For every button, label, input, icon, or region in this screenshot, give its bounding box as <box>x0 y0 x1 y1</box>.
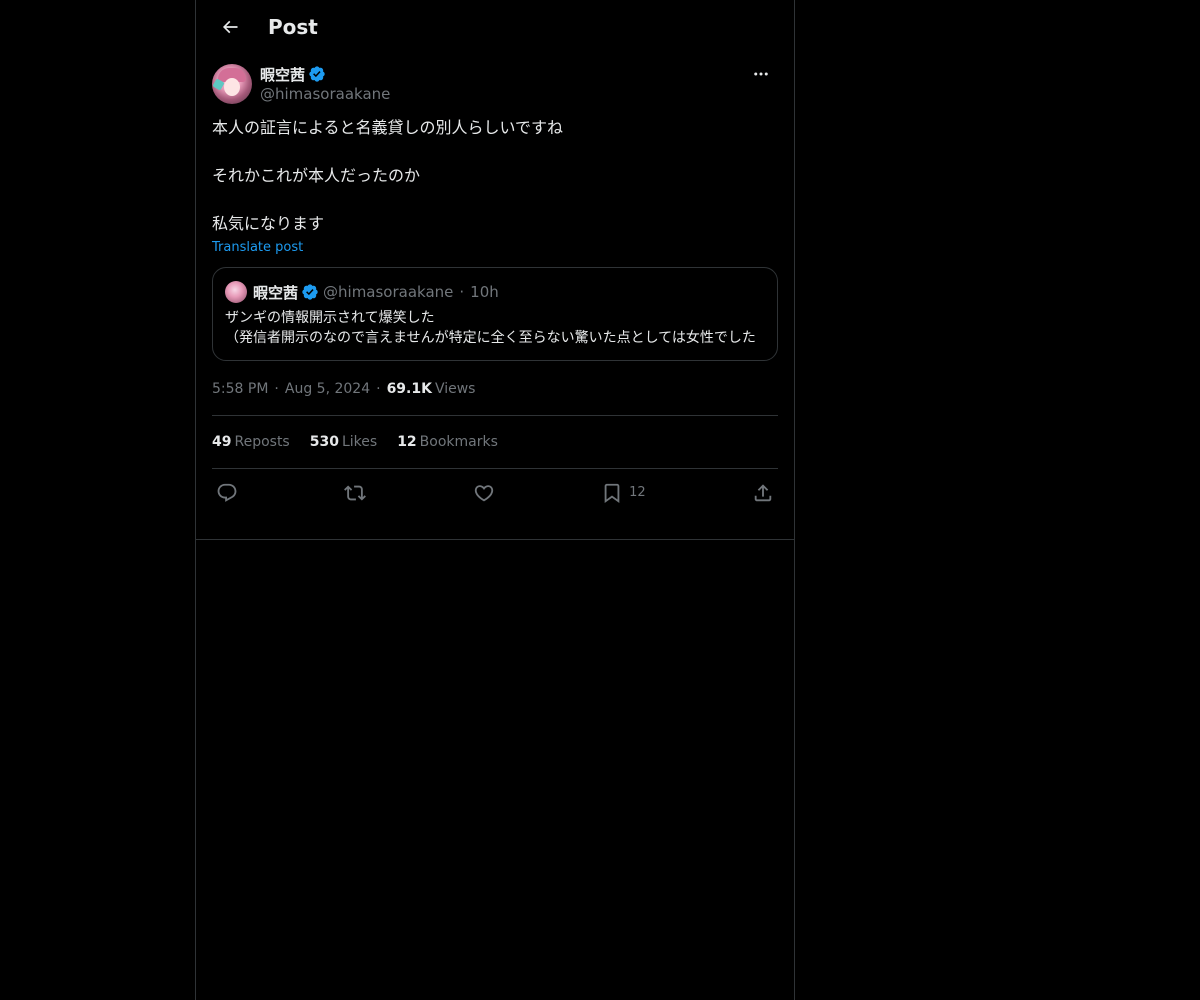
main-post: 暇空茜 @himasoraakane 本人の証言によると名義貸しの別人らしいです… <box>196 54 794 516</box>
quoted-avatar <box>225 281 247 303</box>
quoted-display-name: 暇空茜 <box>253 283 299 302</box>
likes-stat[interactable]: 530 Likes <box>310 434 377 450</box>
verified-badge-icon <box>308 65 326 83</box>
share-button[interactable] <box>752 482 774 504</box>
quoted-post[interactable]: 暇空茜 @himasoraakane · 10h ザンギの情報開示されて爆笑した… <box>212 267 778 361</box>
avatar-face <box>224 78 240 96</box>
post-detail-column: Post 暇空茜 @himasoraakane 本人の証言によると名義貸しの別人… <box>195 0 795 1000</box>
display-name-row: 暇空茜 <box>260 64 390 84</box>
bookmark-icon <box>601 482 623 504</box>
reply-button[interactable] <box>216 482 238 504</box>
quoted-post-header: 暇空茜 @himasoraakane · 10h <box>225 280 765 304</box>
action-bar: 12 <box>212 469 778 516</box>
bookmarks-count: 12 <box>397 434 417 450</box>
views-count: 69.1K <box>386 381 432 397</box>
reply-icon <box>216 482 238 504</box>
back-button[interactable] <box>212 9 248 45</box>
verified-badge-icon <box>301 283 319 301</box>
bookmark-count: 12 <box>629 485 646 500</box>
post-time[interactable]: 5:58 PM <box>212 381 268 397</box>
page-header: Post <box>196 0 794 54</box>
page-title: Post <box>268 15 318 39</box>
share-icon <box>752 482 774 504</box>
translate-post-link[interactable]: Translate post <box>212 240 303 255</box>
post-text: 本人の証言によると名義貸しの別人らしいですね それかこれが本人だったのか 私気に… <box>212 118 564 233</box>
more-horizontal-icon <box>752 65 770 83</box>
reposts-count: 49 <box>212 434 232 450</box>
bookmarks-label: Bookmarks <box>419 434 498 450</box>
bookmark-button[interactable]: 12 <box>601 482 646 504</box>
like-button[interactable] <box>473 482 495 504</box>
more-button[interactable] <box>744 64 778 84</box>
author-display-name[interactable]: 暇空茜 <box>260 64 305 85</box>
quoted-timestamp: 10h <box>470 283 499 301</box>
quoted-post-text: ザンギの情報開示されて爆笑した （発信者開示のなので言えませんが特定に全く至らな… <box>225 310 756 346</box>
engagement-stats: 49 Reposts 530 Likes 12 Bookmarks <box>212 416 778 468</box>
avatar[interactable] <box>212 64 252 104</box>
meta-separator: · <box>376 381 381 397</box>
repost-button[interactable] <box>344 482 367 504</box>
post-meta: 5:58 PM · Aug 5, 2024 · 69.1K Views <box>212 379 778 399</box>
quoted-separator: · <box>459 283 465 301</box>
heart-icon <box>473 482 495 504</box>
meta-separator: · <box>274 381 279 397</box>
author-handle[interactable]: @himasoraakane <box>260 85 390 103</box>
repost-icon <box>344 482 367 504</box>
quoted-handle: @himasoraakane <box>323 283 454 301</box>
post-date[interactable]: Aug 5, 2024 <box>285 381 370 397</box>
views-label: Views <box>434 381 476 397</box>
divider <box>196 539 794 540</box>
author-row: 暇空茜 @himasoraakane <box>212 64 778 104</box>
reposts-label: Reposts <box>234 434 290 450</box>
likes-label: Likes <box>341 434 378 450</box>
author-names: 暇空茜 @himasoraakane <box>260 64 390 104</box>
reposts-stat[interactable]: 49 Reposts <box>212 434 290 450</box>
bookmarks-stat[interactable]: 12 Bookmarks <box>397 434 498 450</box>
likes-count: 530 <box>309 434 339 450</box>
arrow-left-icon <box>220 17 240 37</box>
